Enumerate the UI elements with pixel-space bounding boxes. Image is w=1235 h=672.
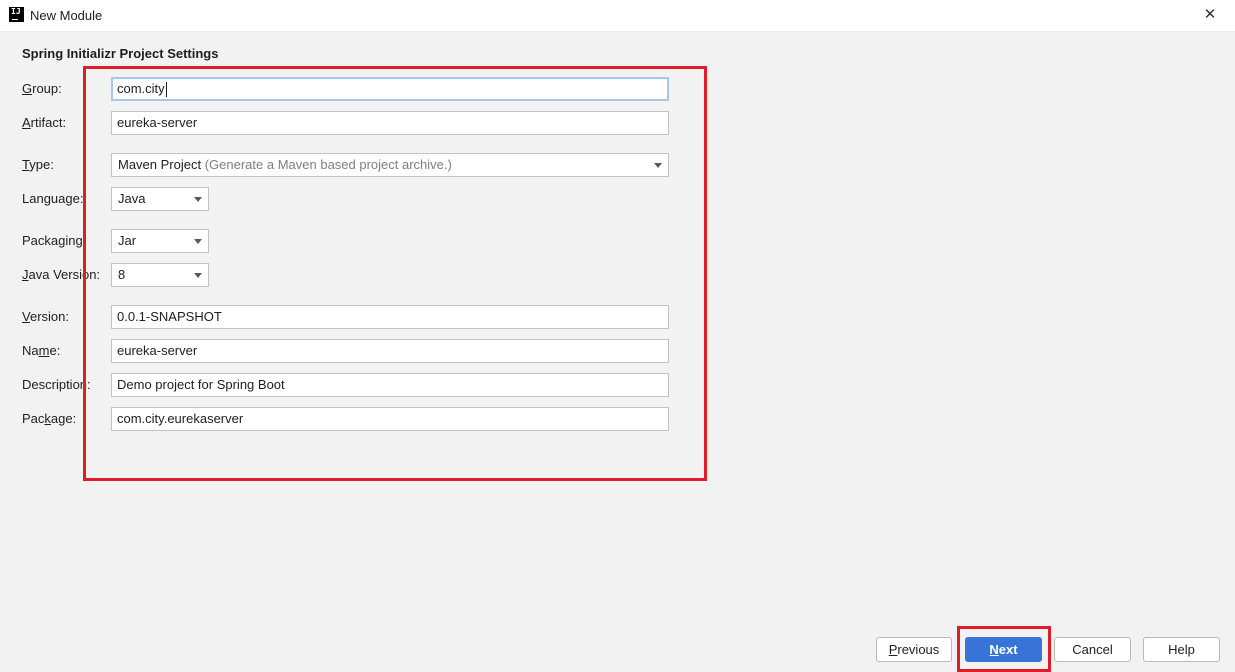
next-button-mnemonic: N	[989, 642, 999, 657]
previous-button-label: revious	[897, 642, 940, 657]
artifact-label: Artifact:	[22, 115, 66, 130]
intellij-app-icon: IJ	[9, 7, 24, 22]
type-dropdown-hint: (Generate a Maven based project archive.…	[204, 157, 452, 172]
version-input[interactable]: 0.0.1-SNAPSHOT	[111, 305, 669, 329]
type-dropdown[interactable]: Maven Project (Generate a Maven based pr…	[111, 153, 669, 177]
packaging-label: Packaging:	[22, 233, 87, 248]
next-button-label: ext	[998, 642, 1018, 657]
type-dropdown-value: Maven Project	[118, 157, 202, 172]
app-icon-text: IJ	[11, 7, 21, 16]
chevron-down-icon	[194, 239, 202, 244]
group-input-value: com.city	[117, 81, 165, 96]
description-label: Description:	[22, 377, 91, 392]
language-label: Language:	[22, 191, 84, 206]
language-dropdown-value: Java	[118, 191, 146, 206]
artifact-label-text: rtifact:	[30, 115, 67, 130]
title-bar: IJ New Module ✕	[0, 0, 1235, 32]
group-label-text: roup:	[32, 81, 62, 96]
package-input[interactable]: com.city.eurekaserver	[111, 407, 669, 431]
name-label-mnemonic: m	[38, 343, 50, 358]
name-label-text: e:	[49, 343, 61, 358]
previous-button[interactable]: Previous	[876, 637, 952, 662]
text-caret	[165, 82, 167, 98]
type-label: Type:	[22, 157, 54, 172]
next-button[interactable]: Next	[965, 637, 1042, 662]
java-version-dropdown-value: 8	[118, 267, 126, 282]
chevron-down-icon	[194, 197, 202, 202]
version-label-mnemonic: V	[22, 309, 30, 324]
name-label: Name:	[22, 343, 60, 358]
name-input[interactable]: eureka-server	[111, 339, 669, 363]
package-label-start: Pac	[22, 411, 45, 426]
group-label: Group:	[22, 81, 62, 96]
language-dropdown[interactable]: Java	[111, 187, 209, 211]
package-label-text: age:	[50, 411, 77, 426]
packaging-dropdown[interactable]: Jar	[111, 229, 209, 253]
java-version-dropdown[interactable]: 8	[111, 263, 209, 287]
cancel-button[interactable]: Cancel	[1054, 637, 1131, 662]
version-label-text: ersion:	[29, 309, 69, 324]
version-label: Version:	[22, 309, 69, 324]
description-input[interactable]: Demo project for Spring Boot	[111, 373, 669, 397]
artifact-input[interactable]: eureka-server	[111, 111, 669, 135]
chevron-down-icon	[654, 163, 662, 168]
group-input[interactable]: com.city	[111, 77, 669, 101]
packaging-dropdown-value: Jar	[118, 233, 137, 248]
type-label-text: ype:	[29, 157, 54, 172]
window-title: New Module	[30, 8, 103, 23]
chevron-down-icon	[194, 273, 202, 278]
help-button[interactable]: Help	[1143, 637, 1220, 662]
java-version-label-text: ava Version:	[28, 267, 101, 282]
close-icon[interactable]: ✕	[1201, 6, 1219, 24]
group-label-mnemonic: G	[22, 81, 33, 96]
java-version-label: Java Version:	[22, 267, 100, 282]
section-title: Spring Initializr Project Settings	[22, 46, 219, 61]
name-label-start: Na	[22, 343, 39, 358]
package-label: Package:	[22, 411, 76, 426]
artifact-label-mnemonic: A	[22, 115, 31, 130]
